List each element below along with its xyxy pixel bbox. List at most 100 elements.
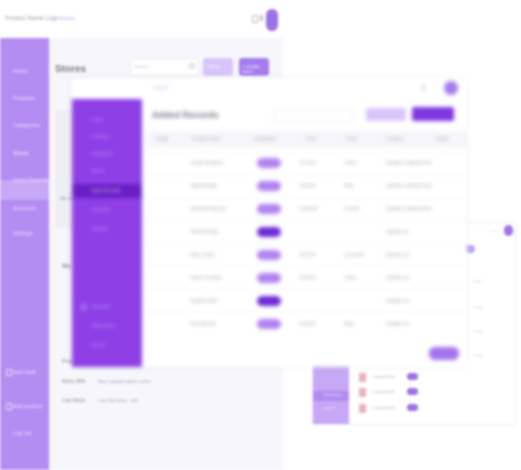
table-row[interactable]: Gold Bracelet $ 45.00 Ring Sample Locations… [142,174,467,197]
table-row[interactable]: Luxury Necklace $ 70.00 Active Sample Locat… [142,151,467,174]
price-cell: $ 45.00 [300,321,316,326]
product-thumbnail [359,404,366,413]
mini-list-line [473,331,483,332]
sidebar-item-add-product[interactable]: Add product [91,323,115,328]
mini-table-row[interactable]: Luxury Set 02 [353,386,511,398]
mini-list-line [473,281,483,282]
table-row[interactable]: Charm Pendant $ 45.00 Active Sample Loc [142,266,467,289]
price-cell: $ 45.00 [300,275,316,280]
sidebar-item-sales-records[interactable]: Sales Records [91,188,120,193]
avatar[interactable] [504,225,513,236]
sidebar-item-add-staff[interactable]: Add Staff [91,304,109,309]
price-cell: $ 45.00 [300,183,316,188]
trash-icon[interactable] [260,15,263,21]
product-thumbnail [359,388,366,397]
sidebar-item-categories[interactable]: Categories [13,123,40,129]
stat-value: Low Tew Ieton - 403 [98,398,139,403]
stock-cell: In stock [344,206,360,211]
sidebar-item-categories[interactable]: Categories [91,151,113,156]
search-input[interactable]: Search [130,58,199,76]
sidebar-item-add-staff[interactable]: Add Staff [13,370,36,376]
column-header[interactable]: Categories [254,136,276,141]
table-row[interactable]: Diamond Ring Set $ 120.00 In stock Sample L… [142,197,467,220]
mini-list-line [473,355,483,356]
sidebar-item-settings[interactable]: Settings [91,226,107,231]
sidebar-item-home[interactable]: Home [13,69,28,75]
column-header[interactable]: Stock [346,136,357,141]
header-search-link[interactable]: Search [154,85,168,90]
status-badge [407,388,418,395]
price-cell: $ 70.00 [300,160,316,165]
filter-label: Filters [207,64,220,69]
product-name-cell: Crystal Anklet [190,298,218,303]
location-cell: Sample Locations here [386,183,433,188]
product-name-cell: Gold Bracelet [190,183,218,188]
column-header[interactable]: Price [306,136,316,141]
mini-toolbar-icons[interactable]: ○ ▪ ▪ [489,228,496,233]
sidebar-item-log-out[interactable]: Log out [13,431,31,437]
sidebar-item-products[interactable]: Products [91,134,109,139]
stock-cell: Ring [344,183,354,188]
pagination-button[interactable] [429,347,459,360]
product-name-cell: Silver Chain [190,252,215,257]
stat-label: Items 20% [62,379,86,385]
column-header[interactable]: Image [156,136,169,141]
status-badge [257,273,281,283]
sales-records-window: Search Home Products Categories Stores S… [72,78,467,367]
stock-cell: Low stock [344,252,365,257]
create-store-button[interactable]: + Create Store [239,58,269,76]
search-input[interactable] [274,109,354,123]
table-row[interactable]: Pearl Earrings Sample Loc [142,220,467,243]
status-badge [407,404,418,411]
create-store-label: + Create Store [242,64,260,74]
table-row[interactable]: Crystal Anklet Sample Loc [142,289,467,312]
header-search-link[interactable]: Search [59,16,75,22]
filter-button[interactable] [366,108,406,121]
add-staff-icon [6,369,12,376]
bell-icon[interactable] [252,15,258,23]
sidebar-item-log-out[interactable]: Log out [91,342,106,347]
sidebar-item-add-product[interactable]: Add product [13,404,43,410]
table-row[interactable]: Rose Brooch $ 45.00 Ring Sample Loc [142,312,467,335]
avatar[interactable] [266,9,278,31]
bell-icon[interactable] [422,85,425,90]
price-cell: $ 120.00 [300,206,318,211]
product-name-cell: Pearl Earrings [190,229,219,234]
avatar[interactable] [444,81,458,95]
status-badge [257,158,281,168]
column-header[interactable]: Status [436,136,449,141]
search-placeholder: Search [134,64,149,69]
sidebar-item-accounts[interactable]: Accounts [91,207,110,212]
column-header[interactable]: Product Name [192,136,221,141]
stat-value: Brw Lorenelo seem | rems [98,379,151,384]
location-cell: Sample Locations here [386,160,433,165]
filter-dropdown[interactable]: Filters [203,58,233,76]
status-badge [257,227,281,237]
sidebar-item-accounts[interactable]: Accounts [13,206,36,212]
search-icon [189,63,195,69]
page-title: Stores [55,64,87,75]
sidebar-item-home[interactable]: Home [91,117,103,122]
mini-table-row[interactable]: Luxury Set 01 [353,371,511,383]
records-main: Added Records Image Product Name Categor… [142,99,467,367]
sidebar-item-stores[interactable]: Stores [91,168,104,173]
product-name-cell: Diamond Ring Set [190,206,227,211]
sidebar-item-stores[interactable]: Stores [13,151,29,157]
create-button[interactable] [412,107,454,121]
mini-table-row[interactable]: Luxury Set 03 [353,402,511,414]
table-row[interactable]: Silver Chain $ 70.00 Low stock Sample Loc [142,243,467,266]
status-badge [257,204,281,214]
app-logo: Product Name Logo [5,16,59,22]
product-thumbnail [359,373,366,382]
sidebar-item-products[interactable]: Products [13,96,35,102]
section-title: Mo [62,263,72,270]
mini-sidebar-item[interactable]: Add product [323,393,342,397]
sidebar-item-sales-records[interactable]: Sales Records [13,178,49,184]
location-cell: Sample Loc [386,321,410,326]
sidebar-item-settings[interactable]: Settings [13,231,33,237]
price-cell: $ 70.00 [300,252,316,257]
mini-row-name: Luxury Set 03 [373,406,395,410]
column-header[interactable]: Location [386,136,403,141]
location-cell: Sample Loc [386,229,410,234]
mini-sidebar-item[interactable]: Log out [323,406,335,410]
